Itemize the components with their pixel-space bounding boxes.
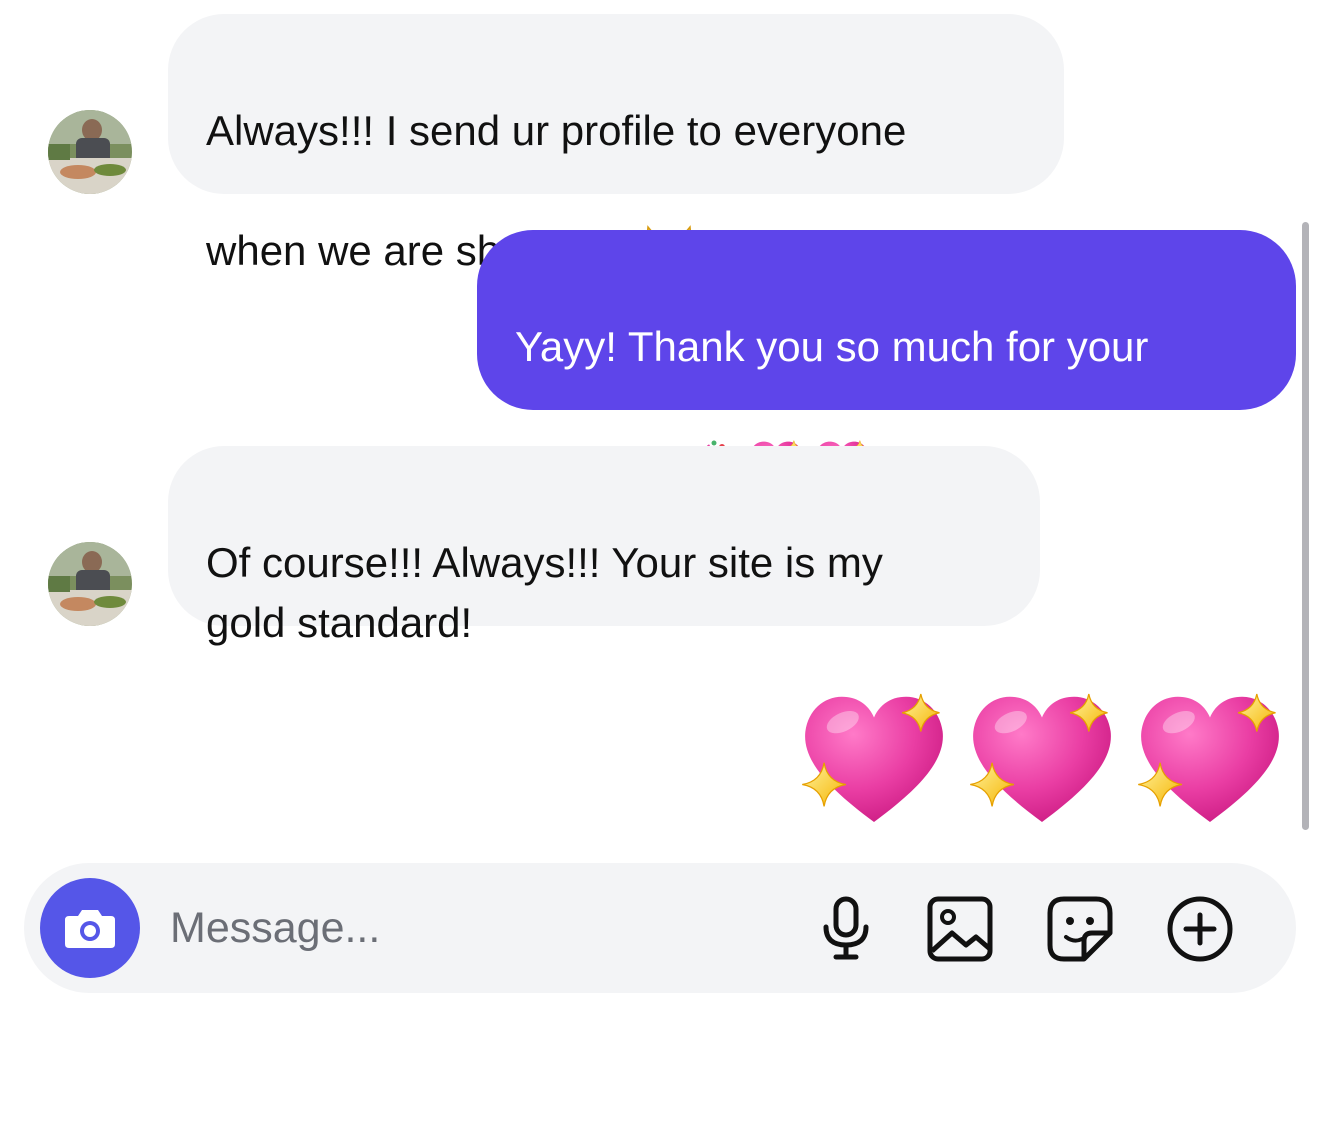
message-text: Of course!!! Always!!! Your site is my g… [206, 539, 883, 646]
message-input[interactable] [170, 897, 770, 959]
contact-avatar[interactable] [48, 542, 132, 626]
avatar-photo [48, 542, 132, 626]
outgoing-emoji-message[interactable] [796, 680, 1296, 836]
gallery-button[interactable] [924, 893, 996, 965]
microphone-button[interactable] [810, 893, 882, 965]
avatar-photo [48, 110, 132, 194]
microphone-icon [823, 896, 869, 960]
sparkling-heart-emoji-icon [969, 693, 1112, 823]
incoming-message-bubble[interactable]: Always!!! I send ur profile to everyone … [168, 14, 1064, 274]
contact-avatar[interactable] [48, 110, 132, 194]
camera-button[interactable] [40, 878, 140, 978]
sparkling-heart-emoji-icon [801, 693, 944, 823]
plus-circle-icon [1167, 896, 1233, 962]
outgoing-message-bubble[interactable]: Yayy! Thank you so much for your support… [477, 230, 1296, 494]
sticker-button[interactable] [1044, 893, 1116, 965]
image-icon [927, 896, 993, 962]
camera-icon [65, 910, 115, 948]
sparkling-heart-emoji-icon [1137, 693, 1280, 823]
more-button[interactable] [1164, 893, 1236, 965]
sticker-icon [1047, 896, 1113, 962]
message-composer [24, 863, 1296, 993]
incoming-message-bubble[interactable]: Of course!!! Always!!! Your site is my g… [168, 446, 1040, 646]
scrollbar[interactable] [1302, 222, 1309, 830]
